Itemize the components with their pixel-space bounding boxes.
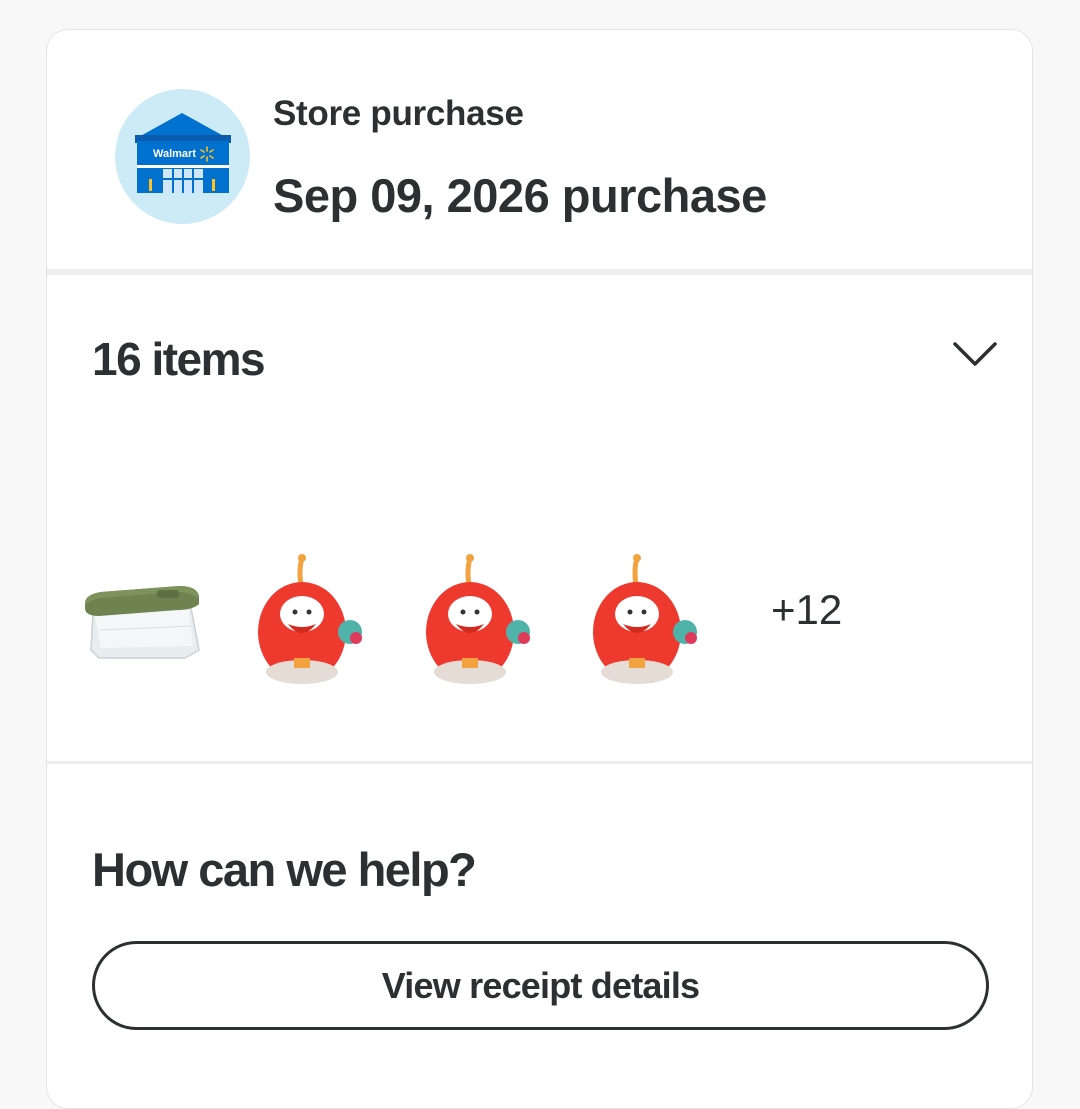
storage-bin-thumbnail[interactable] xyxy=(81,550,211,700)
section-divider xyxy=(47,761,1032,764)
more-items-count[interactable]: +12 xyxy=(771,586,842,634)
walmart-store-icon: Walmart xyxy=(115,89,250,224)
purchase-title: Sep 09, 2026 purchase xyxy=(273,169,767,222)
purchase-card: Walmart Store purchase Sep 09, 2026 purc… xyxy=(46,29,1033,1109)
purchase-header: Walmart Store purchase Sep 09, 2026 purc… xyxy=(47,30,1032,270)
svg-text:Walmart: Walmart xyxy=(153,148,196,160)
view-receipt-details-button[interactable]: View receipt details xyxy=(92,941,989,1030)
store-type-label: Store purchase xyxy=(273,94,524,133)
section-divider xyxy=(47,269,1032,275)
items-count: 16 items xyxy=(92,333,266,385)
plush-toy-thumbnail[interactable] xyxy=(587,550,717,700)
plush-toy-thumbnail[interactable] xyxy=(252,550,382,700)
help-title: How can we help? xyxy=(92,843,477,896)
plush-toy-thumbnail[interactable] xyxy=(420,550,550,700)
chevron-down-icon[interactable] xyxy=(951,336,999,376)
